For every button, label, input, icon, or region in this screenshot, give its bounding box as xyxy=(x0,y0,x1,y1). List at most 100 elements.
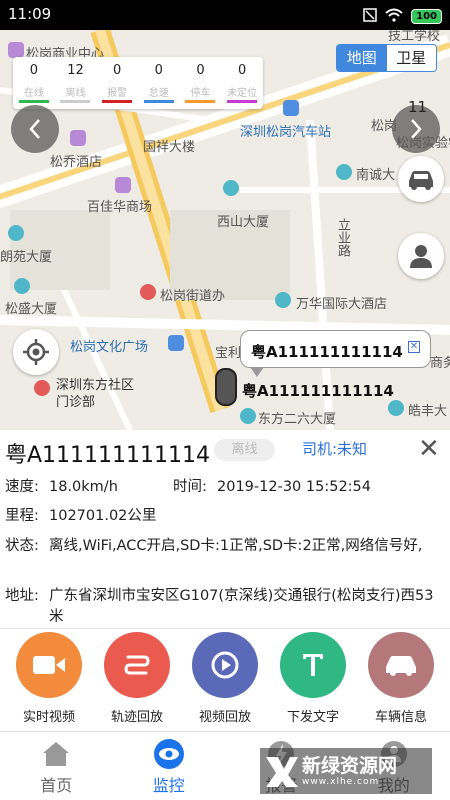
map-label: 东方二六大厦 xyxy=(258,412,337,427)
map-label: 西山大厦 xyxy=(217,215,270,230)
map-label: 深圳松岗汽车站 xyxy=(240,125,332,140)
car-icon xyxy=(409,171,433,190)
map-label: 万华国际大酒店 xyxy=(296,297,388,312)
track-playback-label: 轨迹回放 xyxy=(110,710,163,725)
send-text-label: 下发文字 xyxy=(286,710,339,725)
previous-vehicle-button[interactable] xyxy=(11,105,59,153)
vehicle-list-button[interactable] xyxy=(398,156,444,202)
eye-icon xyxy=(153,738,185,770)
status-bar: 11:09 100 xyxy=(0,0,450,30)
hotel-poi-icon xyxy=(70,130,86,146)
building-poi-icon xyxy=(14,278,30,294)
map-label: 松岗文化广场 xyxy=(70,340,149,355)
replay-icon xyxy=(192,632,258,698)
map-mode-button[interactable]: 地图 xyxy=(337,45,387,71)
stat-unlocated[interactable]: 0 未定位 xyxy=(225,63,259,109)
address-row: 地址: 广东省深圳市宝安区G107(京深线)交通银行(松岗支行)西53米 xyxy=(5,586,445,628)
video-playback-label: 视频回放 xyxy=(198,710,251,725)
vehicle-marker-label: 粤A111111111114 xyxy=(242,382,394,400)
home-icon xyxy=(40,738,72,770)
send-text-button[interactable]: 下发文字 xyxy=(273,632,353,725)
map-label: 深圳东方社区门诊部 xyxy=(56,378,135,410)
mileage-label: 里程: xyxy=(5,508,39,524)
locate-me-button[interactable] xyxy=(13,329,59,375)
speed-value: 18.0km/h xyxy=(49,479,118,495)
hospital-poi-icon xyxy=(34,380,50,396)
shopping-poi-icon xyxy=(115,177,131,193)
satellite-mode-button[interactable]: 卫星 xyxy=(386,45,436,71)
map-label: 松岗街道办 xyxy=(160,289,226,304)
vehicle-page-number: 11 xyxy=(408,98,428,116)
driver-button[interactable] xyxy=(398,233,444,279)
time-row: 时间: 2019-12-30 15:52:54 xyxy=(173,477,371,498)
address-value: 广东省深圳市宝安区G107(京深线)交通银行(松岗支行)西53米 xyxy=(49,588,434,625)
stat-idle[interactable]: 0 怠速 xyxy=(142,63,176,109)
building-poi-icon xyxy=(388,400,404,416)
locate-icon xyxy=(23,339,49,365)
close-panel-icon[interactable]: ✕ xyxy=(418,436,440,462)
address-label: 地址: xyxy=(5,588,39,604)
vehicle-plate: 粤A111111111114 xyxy=(5,443,211,468)
building-poi-icon xyxy=(275,292,291,308)
stat-alarm[interactable]: 0 报警 xyxy=(100,63,134,109)
tab-home[interactable]: 首页 xyxy=(0,732,113,800)
map-label: 朗苑大厦 xyxy=(0,250,53,265)
video-camera-icon xyxy=(16,632,82,698)
speed-row: 速度: 18.0km/h xyxy=(5,477,118,498)
popup-close-icon[interactable]: ✕ xyxy=(408,341,420,353)
vehicle-marker-icon[interactable] xyxy=(215,368,237,406)
status-icons: 100 xyxy=(363,7,442,26)
battery-icon: 100 xyxy=(411,9,442,24)
stat-offline[interactable]: 12 离线 xyxy=(58,63,92,109)
building-poi-icon xyxy=(240,408,256,424)
person-icon xyxy=(410,245,432,268)
divider xyxy=(0,628,450,629)
state-value: 离线,WiFi,ACC开启,SD卡:1正常,SD卡:2正常,网络信号好, xyxy=(49,538,423,554)
map-label: 皓丰大 xyxy=(408,404,448,419)
watermark-url: www.xlhe.com xyxy=(302,777,380,787)
stat-online[interactable]: 0 在线 xyxy=(17,63,51,109)
map-label: 松乔酒店 xyxy=(50,155,103,170)
tab-home-label: 首页 xyxy=(40,776,73,795)
watermark: 新绿资源网 www.xlhe.com xyxy=(260,748,432,794)
chevron-right-icon xyxy=(411,119,422,139)
video-playback-button[interactable]: 视频回放 xyxy=(185,632,265,725)
route-icon xyxy=(104,632,170,698)
live-video-label: 实时视频 xyxy=(22,710,75,725)
text-icon xyxy=(280,632,346,698)
stat-parked[interactable]: 0 停车 xyxy=(183,63,217,109)
building-poi-icon xyxy=(336,164,352,180)
mileage-value: 102701.02公里 xyxy=(49,508,157,524)
map-label: 国祥大楼 xyxy=(143,140,196,155)
vehicle-info-popup[interactable]: 粤A111111111114 ✕ xyxy=(240,330,431,368)
vehicle-status-stats: 0 在线 12 离线 0 报警 0 怠速 0 停车 0 未定位 xyxy=(13,57,263,109)
vehicle-info-button[interactable]: 车辆信息 xyxy=(361,632,441,725)
time-label: 时间: xyxy=(173,479,207,495)
map-label: 立业路 xyxy=(335,218,350,257)
tab-monitor-label: 监控 xyxy=(152,776,185,795)
time-value: 2019-12-30 15:52:54 xyxy=(217,479,371,495)
live-video-button[interactable]: 实时视频 xyxy=(9,632,89,725)
chevron-left-icon xyxy=(29,119,40,139)
popup-pointer xyxy=(250,367,264,377)
map-label: 技工学校 xyxy=(388,30,441,44)
park-poi-icon xyxy=(168,335,184,351)
speed-label: 速度: xyxy=(5,479,39,495)
map-label: 南诚大 xyxy=(356,168,396,183)
shopping-poi-icon xyxy=(8,42,24,58)
track-playback-button[interactable]: 轨迹回放 xyxy=(97,632,177,725)
map-type-toggle: 地图 卫星 xyxy=(336,44,437,72)
map-label: 宝利 xyxy=(215,346,242,361)
watermark-logo-icon xyxy=(266,757,298,787)
driver-link[interactable]: 司机:未知 xyxy=(302,438,367,459)
bus-station-poi-icon xyxy=(283,100,299,116)
tab-monitor[interactable]: 监控 xyxy=(113,732,226,800)
map-view[interactable]: 松岗商业中心 松乔酒店 百佳华商场 国祥大楼 深圳松岗汽车站 西山大厦 南诚大 … xyxy=(0,30,450,430)
car-icon xyxy=(368,632,434,698)
state-label: 状态: xyxy=(5,538,39,554)
wifi-icon xyxy=(385,7,403,26)
map-label: 商务 xyxy=(430,356,450,371)
vehicle-detail-panel: 粤A111111111114 离线 司机:未知 ✕ 速度: 18.0km/h 时间… xyxy=(0,430,450,730)
building-poi-icon xyxy=(223,180,239,196)
map-label: 松盛大厦 xyxy=(5,302,58,317)
